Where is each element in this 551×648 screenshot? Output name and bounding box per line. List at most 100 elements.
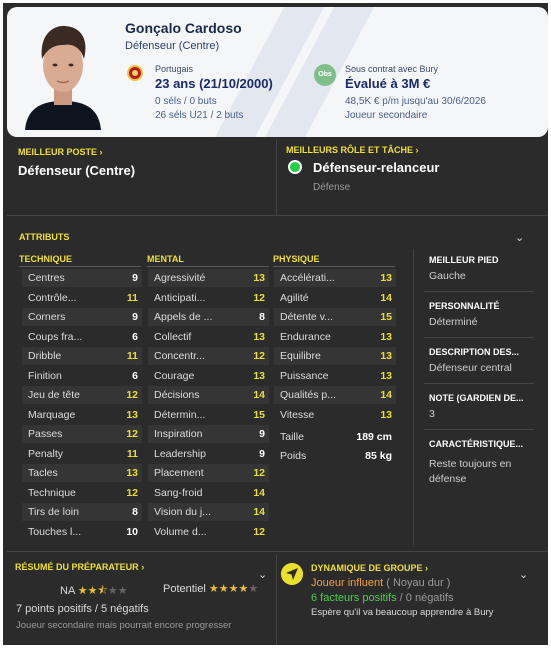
star-icon: ★	[87, 585, 98, 597]
best-role-duty: Défense	[313, 182, 351, 193]
best-position-value: Défenseur (Centre)	[18, 163, 136, 178]
ability-label: NA	[60, 585, 75, 597]
attribute-row[interactable]: Courage 13	[148, 367, 269, 385]
attribute-value: 13	[380, 369, 392, 382]
attribute-label: Finition	[28, 369, 62, 382]
divider	[7, 215, 548, 216]
star-icon: ★	[77, 585, 88, 597]
international-caps[interactable]: 0 séls / 0 buts	[155, 96, 217, 107]
attribute-value: 13	[380, 350, 392, 362]
attribute-row[interactable]: Agilité 14	[274, 289, 396, 307]
dynamics-status: Joueur influent ( Noyau dur )	[311, 577, 450, 589]
player-name: Gonçalo Cardoso	[125, 20, 242, 36]
star-icon: ★	[107, 585, 118, 597]
attribute-row[interactable]: Tacles 13	[22, 464, 142, 482]
attribute-row[interactable]: Endurance 13	[274, 328, 396, 346]
attribute-row[interactable]: Contrôle... 11	[22, 289, 142, 307]
star-icon: ★	[218, 583, 229, 595]
attribute-row[interactable]: Marquage 13	[22, 406, 142, 424]
star-icon: ★	[117, 585, 128, 597]
attribute-row[interactable]: Qualités p... 14	[274, 386, 396, 404]
star-icon: ★	[228, 583, 239, 595]
preferred-foot-value: Gauche	[429, 270, 466, 282]
attribute-row[interactable]: Finition 6	[22, 367, 142, 385]
chevron-down-icon[interactable]: ⌄	[519, 568, 528, 581]
divider	[273, 266, 395, 267]
divider	[424, 291, 534, 292]
attribute-row[interactable]: Accélérati... 13	[274, 269, 396, 287]
attribute-row[interactable]: Vitesse 13	[274, 406, 396, 424]
chevron-down-icon[interactable]: ⌄	[258, 568, 267, 581]
attribute-row[interactable]: Appels de ... 8	[148, 308, 269, 326]
best-position-title[interactable]: MEILLEUR POSTE ›	[18, 147, 103, 157]
attribute-label: Corners	[28, 311, 66, 323]
u21-caps[interactable]: 26 séls U21 / 2 buts	[155, 110, 243, 121]
scout-report-title[interactable]: RÉSUMÉ DU PRÉPARATEUR ›	[15, 562, 144, 572]
attribute-row[interactable]: Placement 12	[148, 464, 269, 482]
attribute-row[interactable]: Décisions 14	[148, 386, 269, 404]
attribute-row[interactable]: Coups fra... 6	[22, 328, 142, 346]
attribute-label: Centres	[28, 272, 65, 284]
negative-factors: 0 négatifs	[405, 592, 454, 604]
attribute-value: 14	[253, 389, 265, 401]
attribute-row[interactable]: Centres 9	[22, 269, 142, 287]
attribute-row[interactable]: Agressivité 13	[148, 269, 269, 287]
player-profile-panel: Gonçalo Cardoso Défenseur (Centre) Portu…	[0, 0, 551, 648]
best-role-name[interactable]: Défenseur-relanceur	[313, 160, 439, 175]
attribute-row[interactable]: Equilibre 13	[274, 347, 396, 365]
attribute-row[interactable]: Collectif 13	[148, 328, 269, 346]
attribute-value: 13	[126, 408, 138, 421]
weight-value: 85 kg	[365, 450, 392, 462]
attribute-value: 13	[126, 467, 138, 479]
attribute-label: Placement	[154, 467, 204, 479]
attribute-row[interactable]: Concentr... 12	[148, 347, 269, 365]
influence-status[interactable]: Joueur influent	[311, 577, 383, 589]
contract-club[interactable]: Sous contrat avec Bury	[345, 64, 438, 74]
attribute-row[interactable]: Dribble 11	[22, 347, 142, 365]
best-position-panel: MEILLEUR POSTE › Défenseur (Centre) MEIL…	[7, 140, 548, 215]
attribute-row[interactable]: Corners 9	[22, 308, 142, 326]
attribute-value: 14	[253, 506, 265, 518]
attribute-label: Equilibre	[280, 350, 321, 362]
traits-value[interactable]: Reste toujours en défense	[429, 457, 539, 487]
gk-rating-label: NOTE (GARDIEN DE...	[429, 393, 524, 403]
attribute-label: Jeu de tête	[28, 389, 80, 401]
attribute-value: 12	[253, 525, 265, 538]
best-role-title[interactable]: MEILLEURS RÔLE ET TÂCHE ›	[286, 145, 419, 155]
attribute-row[interactable]: Détermin... 15	[148, 406, 269, 424]
attribute-row[interactable]: Penalty 11	[22, 445, 142, 463]
player-photo	[21, 15, 105, 130]
personality-label: PERSONNALITÉ	[429, 301, 500, 311]
attribute-row[interactable]: Volume d... 12	[148, 523, 269, 541]
attribute-label: Décisions	[154, 389, 200, 401]
attribute-label: Passes	[28, 428, 63, 440]
attribute-row[interactable]: Vision du j... 14	[148, 503, 269, 521]
attribute-row[interactable]: Inspiration 9	[148, 425, 269, 443]
attribute-label: Courage	[154, 369, 195, 382]
attribute-row[interactable]: Leadership 9	[148, 445, 269, 463]
attribute-row[interactable]: Passes 12	[22, 425, 142, 443]
nationality-flag-icon	[127, 65, 143, 81]
attribute-row[interactable]: Touches l... 10	[22, 523, 142, 541]
attribute-label: Tirs de loin	[28, 506, 79, 518]
club-badge-icon[interactable]: Obs	[314, 64, 336, 86]
attribute-value: 14	[380, 291, 392, 304]
attribute-label: Agilité	[280, 291, 309, 304]
compass-icon	[281, 563, 303, 585]
potential-ability-rating: Potentiel ★★★★★	[163, 582, 258, 595]
attribute-row[interactable]: Tirs de loin 8	[22, 503, 142, 521]
weight-stat: Poids 85 kg	[280, 450, 392, 462]
attribute-value: 14	[253, 486, 265, 499]
attribute-row[interactable]: Anticipati... 12	[148, 289, 269, 307]
dynamics-title[interactable]: DYNAMIQUE DE GROUPE ›	[311, 563, 428, 573]
attribute-row[interactable]: Technique 12	[22, 484, 142, 502]
gk-rating-value: 3	[429, 408, 435, 420]
attribute-row[interactable]: Sang-froid 14	[148, 484, 269, 502]
attribute-label: Coups fra...	[28, 330, 83, 343]
divider	[424, 337, 534, 338]
attribute-row[interactable]: Détente v... 15	[274, 308, 396, 326]
attribute-row[interactable]: Puissance 13	[274, 367, 396, 385]
chevron-down-icon[interactable]: ⌄	[515, 231, 524, 244]
attribute-value: 13	[253, 369, 265, 382]
attribute-row[interactable]: Jeu de tête 12	[22, 386, 142, 404]
